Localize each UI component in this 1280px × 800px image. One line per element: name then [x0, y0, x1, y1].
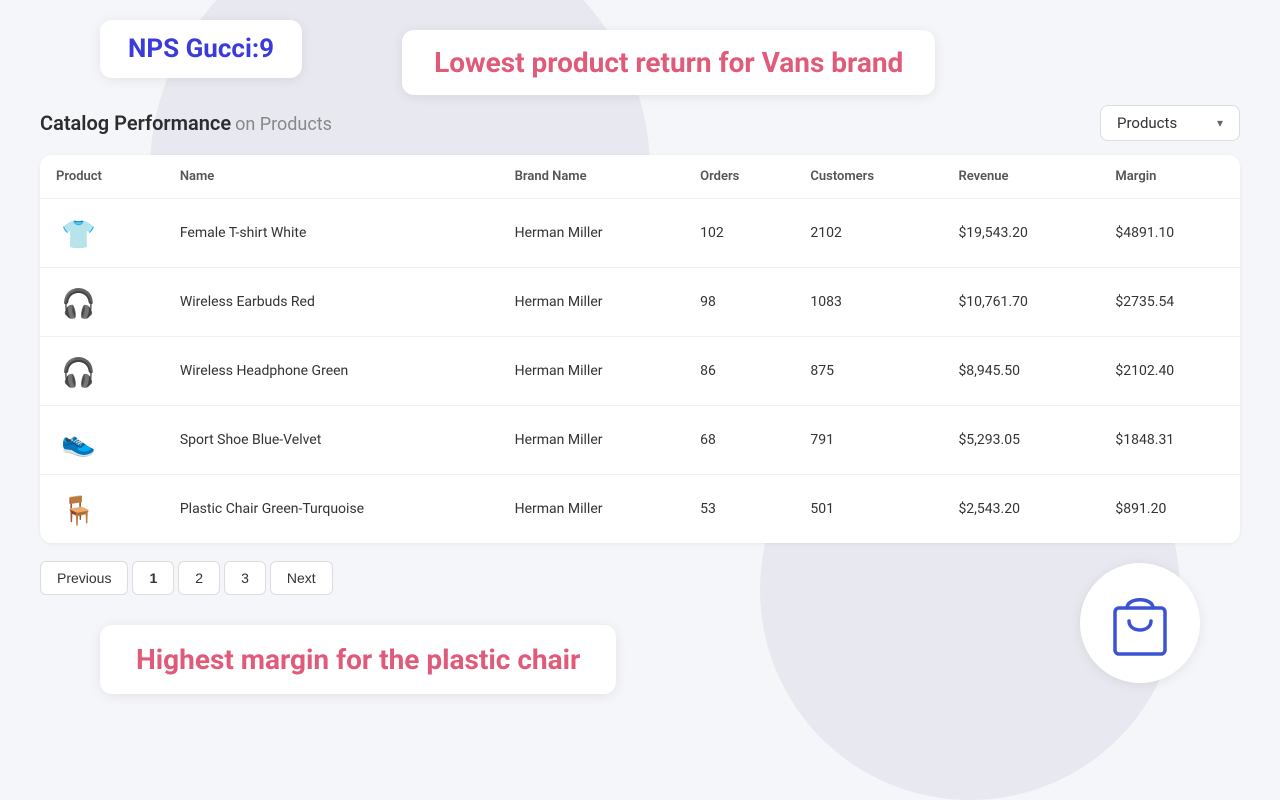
table-header-row: Product Name Brand Name Orders Customers… [40, 155, 1240, 199]
table-row: 🎧 Wireless Headphone Green Herman Miller… [40, 337, 1240, 406]
svg-text:👕: 👕 [61, 218, 96, 251]
product-revenue-cell: $5,293.05 [942, 406, 1099, 475]
product-orders-cell: 86 [684, 337, 794, 406]
tooltip-top-bubble: Lowest product return for Vans brand [402, 30, 935, 95]
page-2-button[interactable]: 2 [178, 561, 220, 595]
product-margin-cell: $4891.10 [1099, 199, 1240, 268]
svg-text:🪑: 🪑 [61, 494, 96, 527]
product-margin-cell: $2735.54 [1099, 268, 1240, 337]
col-customers: Customers [794, 155, 942, 199]
product-customers-cell: 501 [794, 475, 942, 544]
product-brand-cell: Herman Miller [499, 475, 685, 544]
table-row: 🪑 Plastic Chair Green-Turquoise Herman M… [40, 475, 1240, 544]
col-product: Product [40, 155, 164, 199]
svg-text:🎧: 🎧 [61, 287, 96, 320]
product-revenue-cell: $2,543.20 [942, 475, 1099, 544]
previous-button[interactable]: Previous [40, 561, 128, 595]
col-margin: Margin [1099, 155, 1240, 199]
pagination: Previous 1 2 3 Next [40, 561, 616, 595]
shopping-bag-svg-icon [1105, 583, 1175, 663]
product-icon-cell: 🎧 [40, 337, 164, 406]
section-header: Catalog Performance on Products Products… [40, 105, 1240, 141]
product-customers-cell: 1083 [794, 268, 942, 337]
tooltip-bottom-text: Highest margin for the plastic chair [136, 643, 580, 676]
dropdown-label: Products [1117, 114, 1177, 132]
product-orders-cell: 98 [684, 268, 794, 337]
product-brand-cell: Herman Miller [499, 268, 685, 337]
chevron-down-icon: ▾ [1217, 116, 1223, 130]
product-margin-cell: $891.20 [1099, 475, 1240, 544]
nps-label: NPS Gucci:9 [128, 34, 274, 64]
product-revenue-cell: $10,761.70 [942, 268, 1099, 337]
col-name: Name [164, 155, 499, 199]
col-revenue: Revenue [942, 155, 1099, 199]
product-name-cell: Sport Shoe Blue-Velvet [164, 406, 499, 475]
table-row: 🎧 Wireless Earbuds Red Herman Miller 98 … [40, 268, 1240, 337]
product-revenue-cell: $19,543.20 [942, 199, 1099, 268]
product-customers-cell: 875 [794, 337, 942, 406]
product-icon-cell: 🎧 [40, 268, 164, 337]
product-margin-cell: $2102.40 [1099, 337, 1240, 406]
product-customers-cell: 2102 [794, 199, 942, 268]
col-brand: Brand Name [499, 155, 685, 199]
product-name-cell: Plastic Chair Green-Turquoise [164, 475, 499, 544]
product-icon-cell: 🪑 [40, 475, 164, 544]
svg-text:👟: 👟 [61, 425, 96, 458]
section-title: Catalog Performance on Products [40, 111, 332, 135]
catalog-table: Product Name Brand Name Orders Customers… [40, 155, 1240, 543]
products-dropdown[interactable]: Products ▾ [1100, 105, 1240, 141]
page-1-button[interactable]: 1 [132, 561, 174, 595]
shopping-bag-icon-circle [1080, 563, 1200, 683]
product-brand-cell: Herman Miller [499, 406, 685, 475]
product-icon-cell: 👕 [40, 199, 164, 268]
product-brand-cell: Herman Miller [499, 199, 685, 268]
svg-text:🎧: 🎧 [61, 356, 96, 389]
product-brand-cell: Herman Miller [499, 337, 685, 406]
tooltip-top-text: Lowest product return for Vans brand [434, 46, 903, 79]
product-orders-cell: 53 [684, 475, 794, 544]
product-orders-cell: 102 [684, 199, 794, 268]
product-customers-cell: 791 [794, 406, 942, 475]
nps-bubble: NPS Gucci:9 [100, 20, 302, 78]
next-button[interactable]: Next [270, 561, 333, 595]
table-row: 👟 Sport Shoe Blue-Velvet Herman Miller 6… [40, 406, 1240, 475]
product-orders-cell: 68 [684, 406, 794, 475]
table-row: 👕 Female T-shirt White Herman Miller 102… [40, 199, 1240, 268]
product-name-cell: Wireless Headphone Green [164, 337, 499, 406]
tooltip-bottom-bubble: Highest margin for the plastic chair [100, 625, 616, 694]
product-icon-cell: 👟 [40, 406, 164, 475]
product-margin-cell: $1848.31 [1099, 406, 1240, 475]
product-revenue-cell: $8,945.50 [942, 337, 1099, 406]
col-orders: Orders [684, 155, 794, 199]
page-3-button[interactable]: 3 [224, 561, 266, 595]
product-name-cell: Female T-shirt White [164, 199, 499, 268]
product-name-cell: Wireless Earbuds Red [164, 268, 499, 337]
